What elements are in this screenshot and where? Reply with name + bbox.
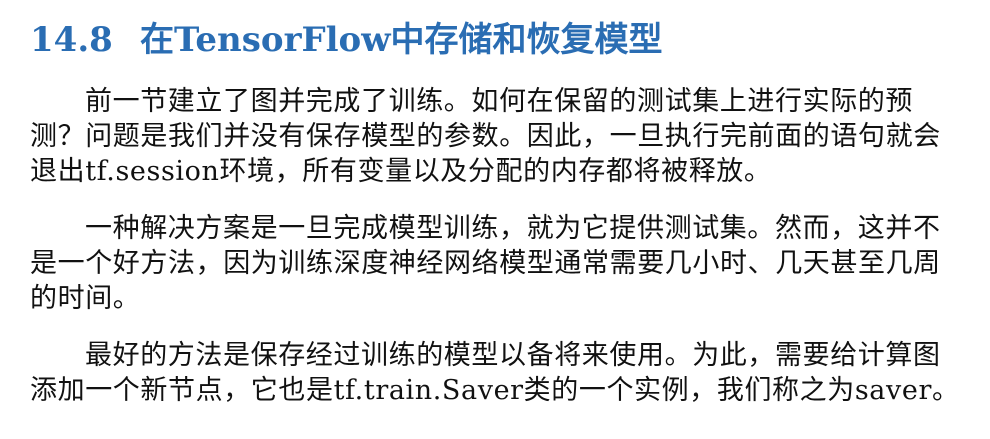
paragraph-saver-method: 最好的方法是保存经过训练的模型以备将来使用。为此，需要给计算图添加一个新节点，它… [30, 340, 960, 406]
paragraph-test-set-solution: 一种解决方案是一旦完成模型训练，就为它提供测试集。然而，这并不是一个好方法，因为… [30, 213, 941, 314]
paragraph-saving-problem: 前一节建立了图并完成了训练。如何在保留的测试集上进行实际的预测？问题是我们并没有… [30, 86, 941, 187]
section-heading: 14.8 在TensorFlow中存储和恢复模型 [30, 18, 968, 62]
section-number: 14.8 [30, 20, 113, 60]
section-title: 在TensorFlow中存储和恢复模型 [140, 20, 663, 60]
document-page: 14.8 在TensorFlow中存储和恢复模型 前一节建立了图并完成了训练。如… [0, 0, 990, 439]
